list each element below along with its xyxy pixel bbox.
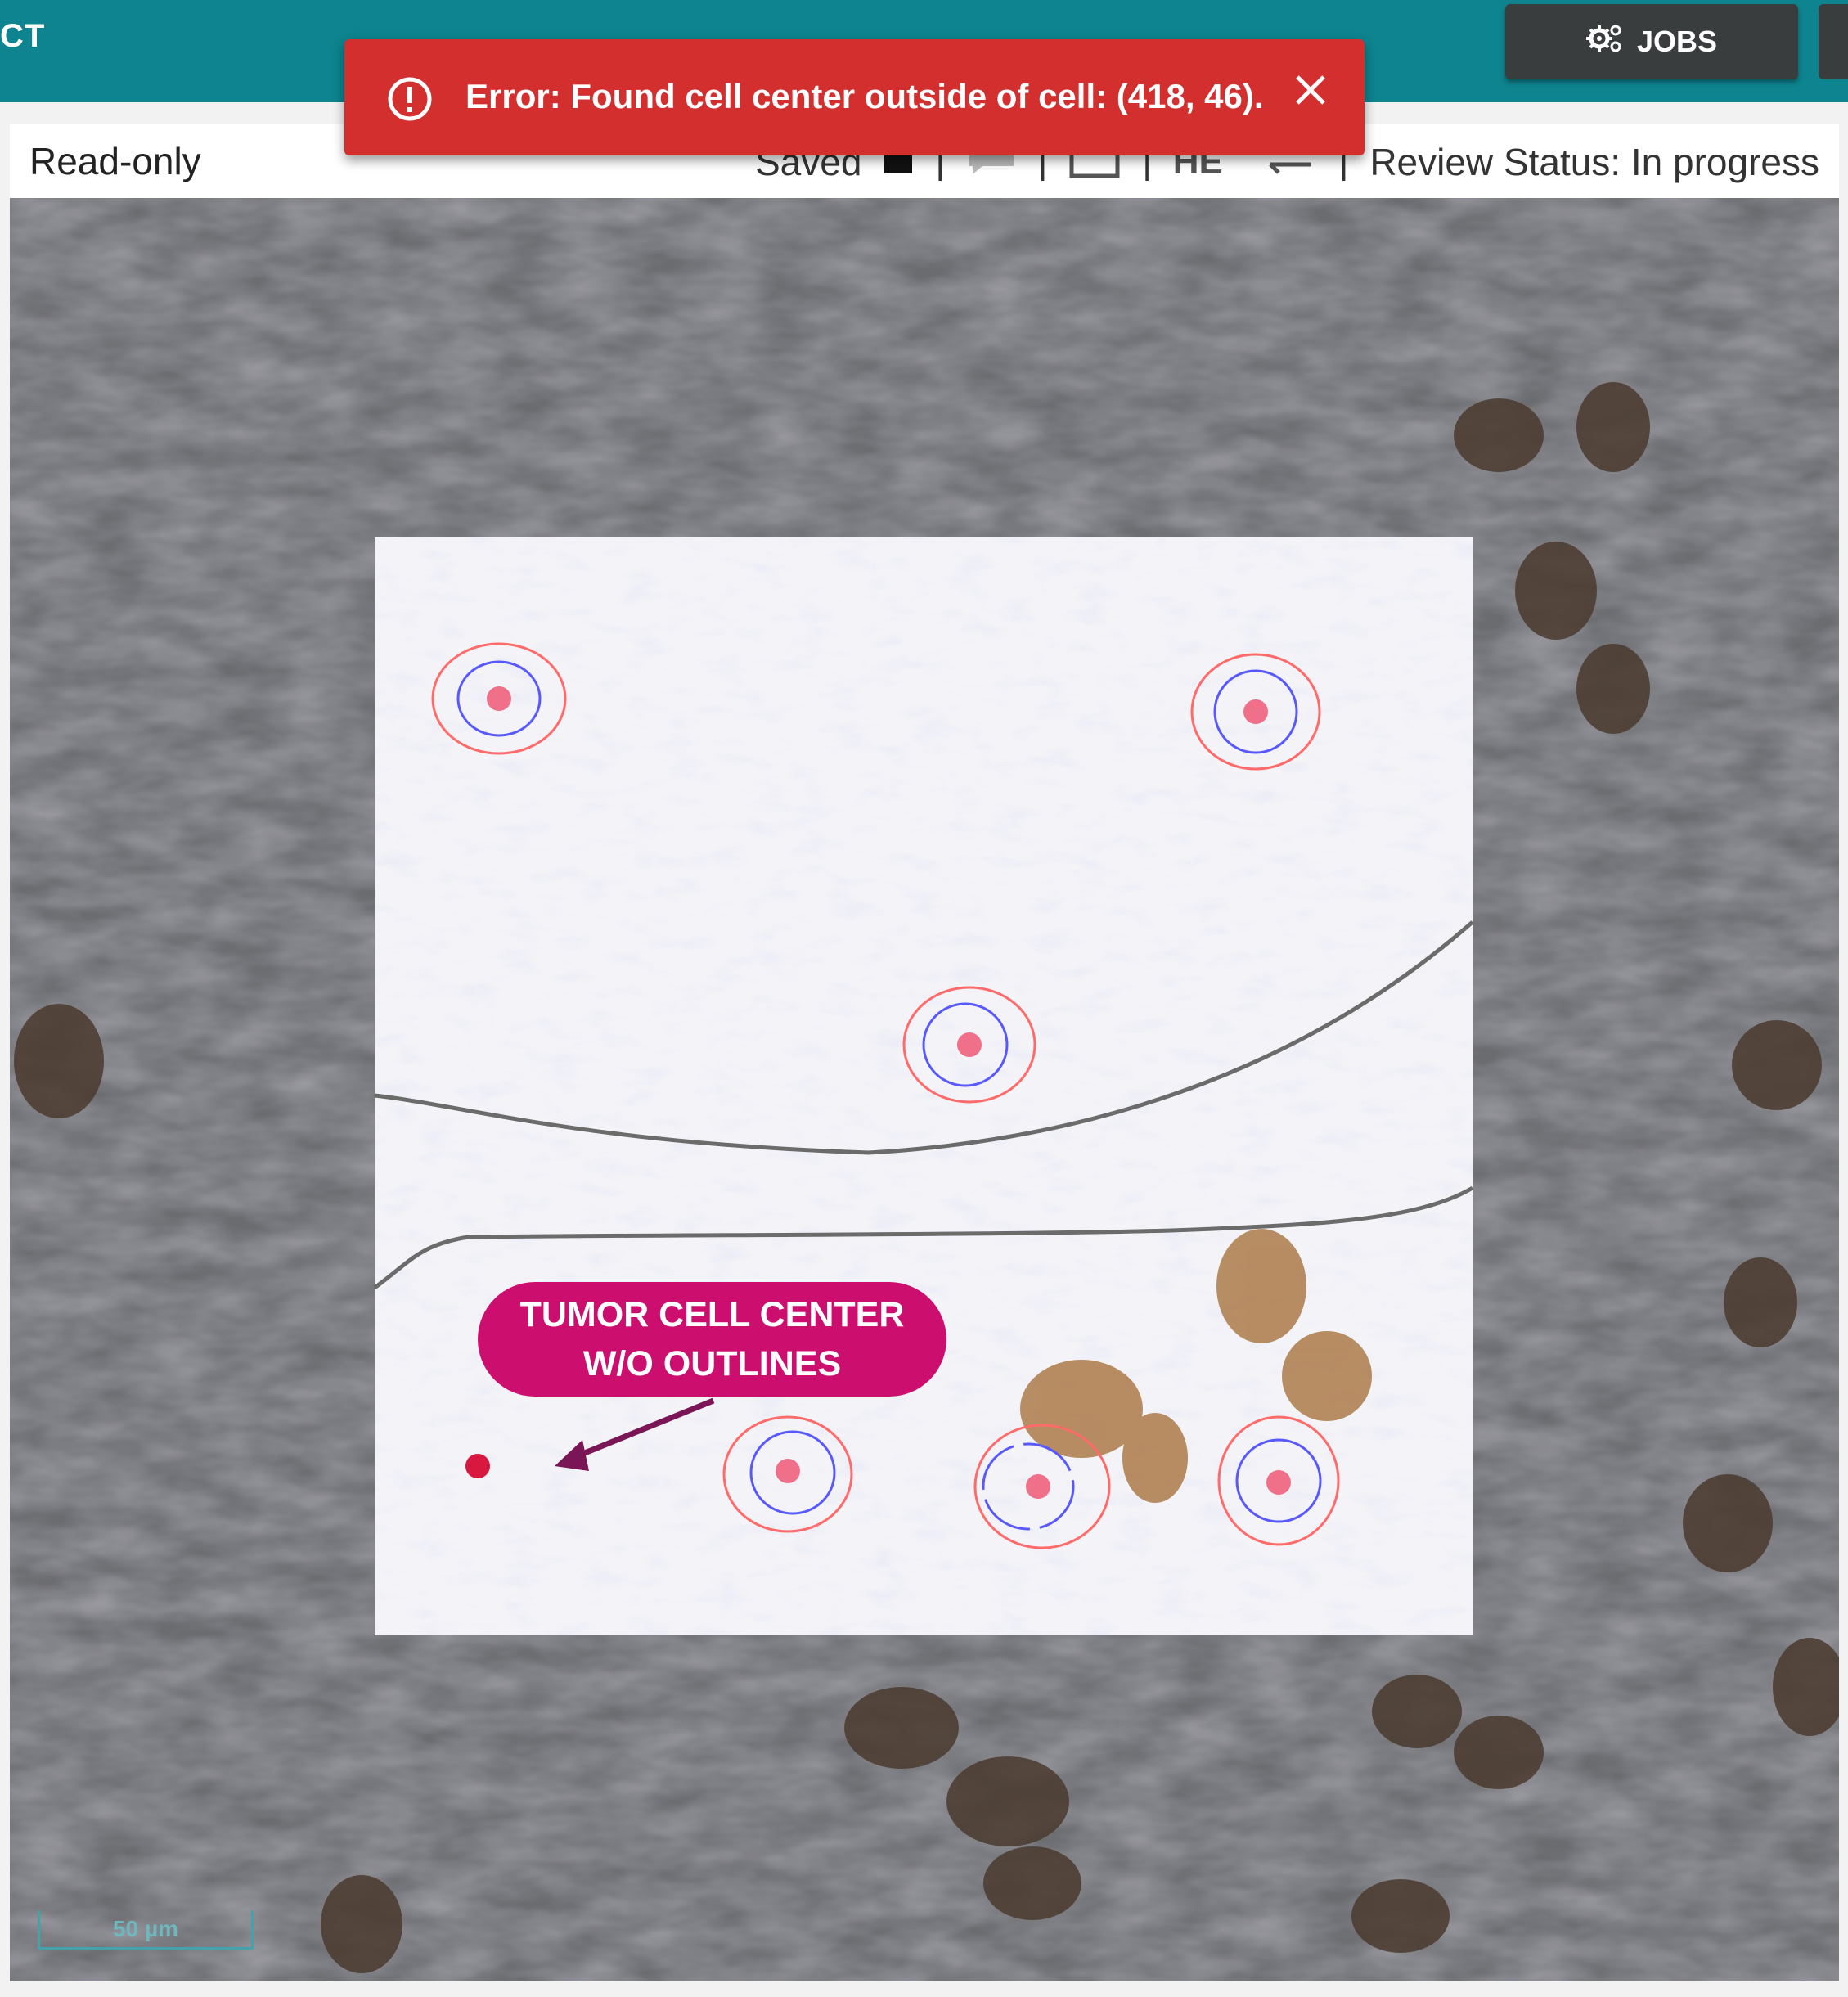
annotation-callout: TUMOR CELL CENTER W/O OUTLINES: [478, 1282, 946, 1397]
orphan-cell-center[interactable]: [465, 1454, 490, 1478]
close-icon[interactable]: [1293, 72, 1329, 112]
read-only-label: Read-only: [29, 140, 201, 182]
overflow-button[interactable]: [1819, 4, 1848, 79]
error-circle-icon: [387, 76, 433, 126]
app-title: CT: [0, 18, 46, 54]
scale-bar: 50 µm: [38, 1910, 254, 1950]
callout-line-1: TUMOR CELL CENTER: [519, 1295, 905, 1334]
tissue-image: [10, 198, 1839, 1981]
error-toast: Error: Found cell center outside of cell…: [344, 39, 1365, 155]
callout-line-2: W/O OUTLINES: [582, 1344, 842, 1383]
error-message: Error: Found cell center outside of cell…: [465, 77, 1264, 115]
jobs-label: JOBS: [1636, 25, 1718, 58]
slide-canvas[interactable]: [10, 198, 1839, 1981]
review-status: Review Status: In progress: [1369, 141, 1819, 183]
slide-viewer: Read-only Saved | | | HE | Review Status…: [10, 124, 1839, 1981]
gears-icon: [1585, 22, 1622, 62]
jobs-button[interactable]: JOBS: [1505, 4, 1798, 79]
